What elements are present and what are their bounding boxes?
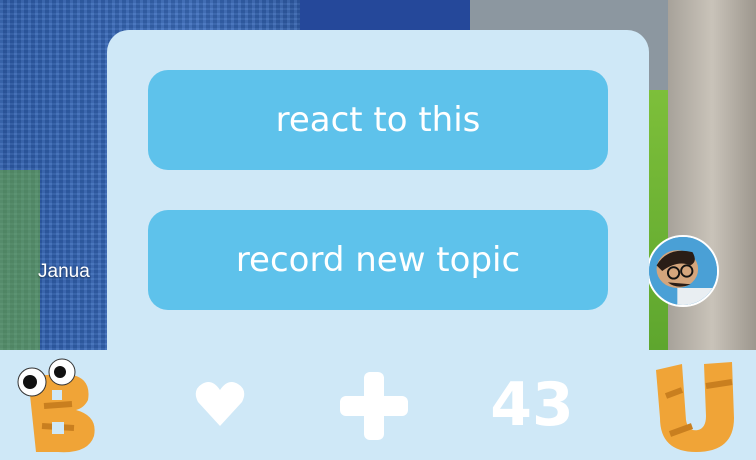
grass-left-area — [0, 170, 40, 350]
heart-icon[interactable] — [192, 376, 248, 432]
plus-icon[interactable] — [336, 368, 412, 444]
b-monster-logo-icon[interactable] — [14, 356, 104, 456]
date-label: Janua — [38, 261, 90, 282]
react-button[interactable]: react to this — [148, 70, 608, 170]
avatar-image — [649, 237, 717, 305]
count-badge[interactable]: 43 — [482, 370, 582, 440]
u-letter-icon[interactable] — [652, 356, 738, 456]
user-avatar[interactable] — [647, 235, 719, 307]
record-topic-button[interactable]: record new topic — [148, 210, 608, 310]
bottom-nav-bar: 43 — [0, 350, 756, 460]
action-popup: react to this record new topic — [107, 30, 649, 360]
